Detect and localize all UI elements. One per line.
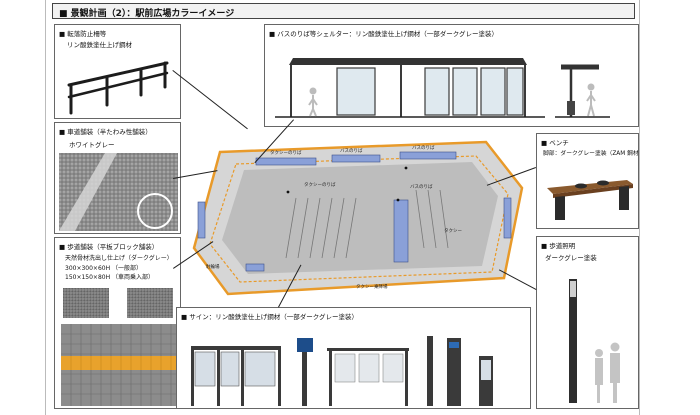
- bench-image: [547, 180, 633, 220]
- station-plaza-plan: タクシーのりば バスのりば バスのりば タクシーのりば バスのりば 駐輪場 タク…: [192, 140, 524, 296]
- railing-image: [67, 61, 169, 115]
- plan-label-taxi-pickup-2: タクシーのりば: [304, 181, 336, 188]
- plan-label-bus-stop-1: バスのりば: [340, 147, 363, 154]
- plan-label-taxi-pickup: タクシーのりば: [270, 149, 302, 156]
- paving-panel: ■ 車道舗装（半たわみ性舗装） ホワイトグレー: [54, 122, 181, 234]
- plan-label-taxi-dropoff: タクシー乗降場: [356, 283, 388, 290]
- light-image: [569, 279, 620, 403]
- plan-label-taxi: タクシー: [444, 227, 462, 234]
- shelter-elevation: [275, 58, 610, 118]
- drawing-sheet: ■ 景観計画（2）：駅前広場カラーイメージ ■ 転落防止柵等 リン酸鉄塗仕上げ鋼…: [45, 0, 640, 415]
- sidewalk-samples: [61, 288, 176, 406]
- sign-elevations: [191, 336, 493, 406]
- bench-panel: ■ ベンチ 脚部：ダークグレー塗装（ZAM 鋼材）: [536, 133, 639, 229]
- paving-photo: [59, 153, 178, 231]
- plan-label-bus-stop-2: バスのりば: [412, 144, 435, 151]
- plan-label-bus-stop-3: バスのりば: [410, 183, 433, 190]
- sidewalk-panel: ■ 歩道舗装（平板ブロック舗装） 天然骨材洗出し仕上げ（ダークグレー） 300×…: [54, 237, 181, 409]
- plan-label-bicycle-parking: 駐輪場: [206, 263, 220, 270]
- shelter-panel: ■ バスのりば等シェルター：リン酸鉄塗仕上げ鋼材（一部ダークグレー塗装）: [264, 24, 639, 127]
- title-bar: ■ 景観計画（2）：駅前広場カラーイメージ: [52, 3, 635, 19]
- leader-railing: [172, 70, 248, 130]
- railing-panel: ■ 転落防止柵等 リン酸鉄塗仕上げ鋼材: [54, 24, 181, 119]
- page-title: ■ 景観計画（2）：駅前広場カラーイメージ: [59, 9, 235, 19]
- sign-panel: ■ サイン：リン酸鉄塗仕上げ鋼材（一部ダークグレー塗装）: [176, 307, 531, 409]
- light-panel: ■ 歩道照明 ダークグレー塗装: [536, 236, 639, 409]
